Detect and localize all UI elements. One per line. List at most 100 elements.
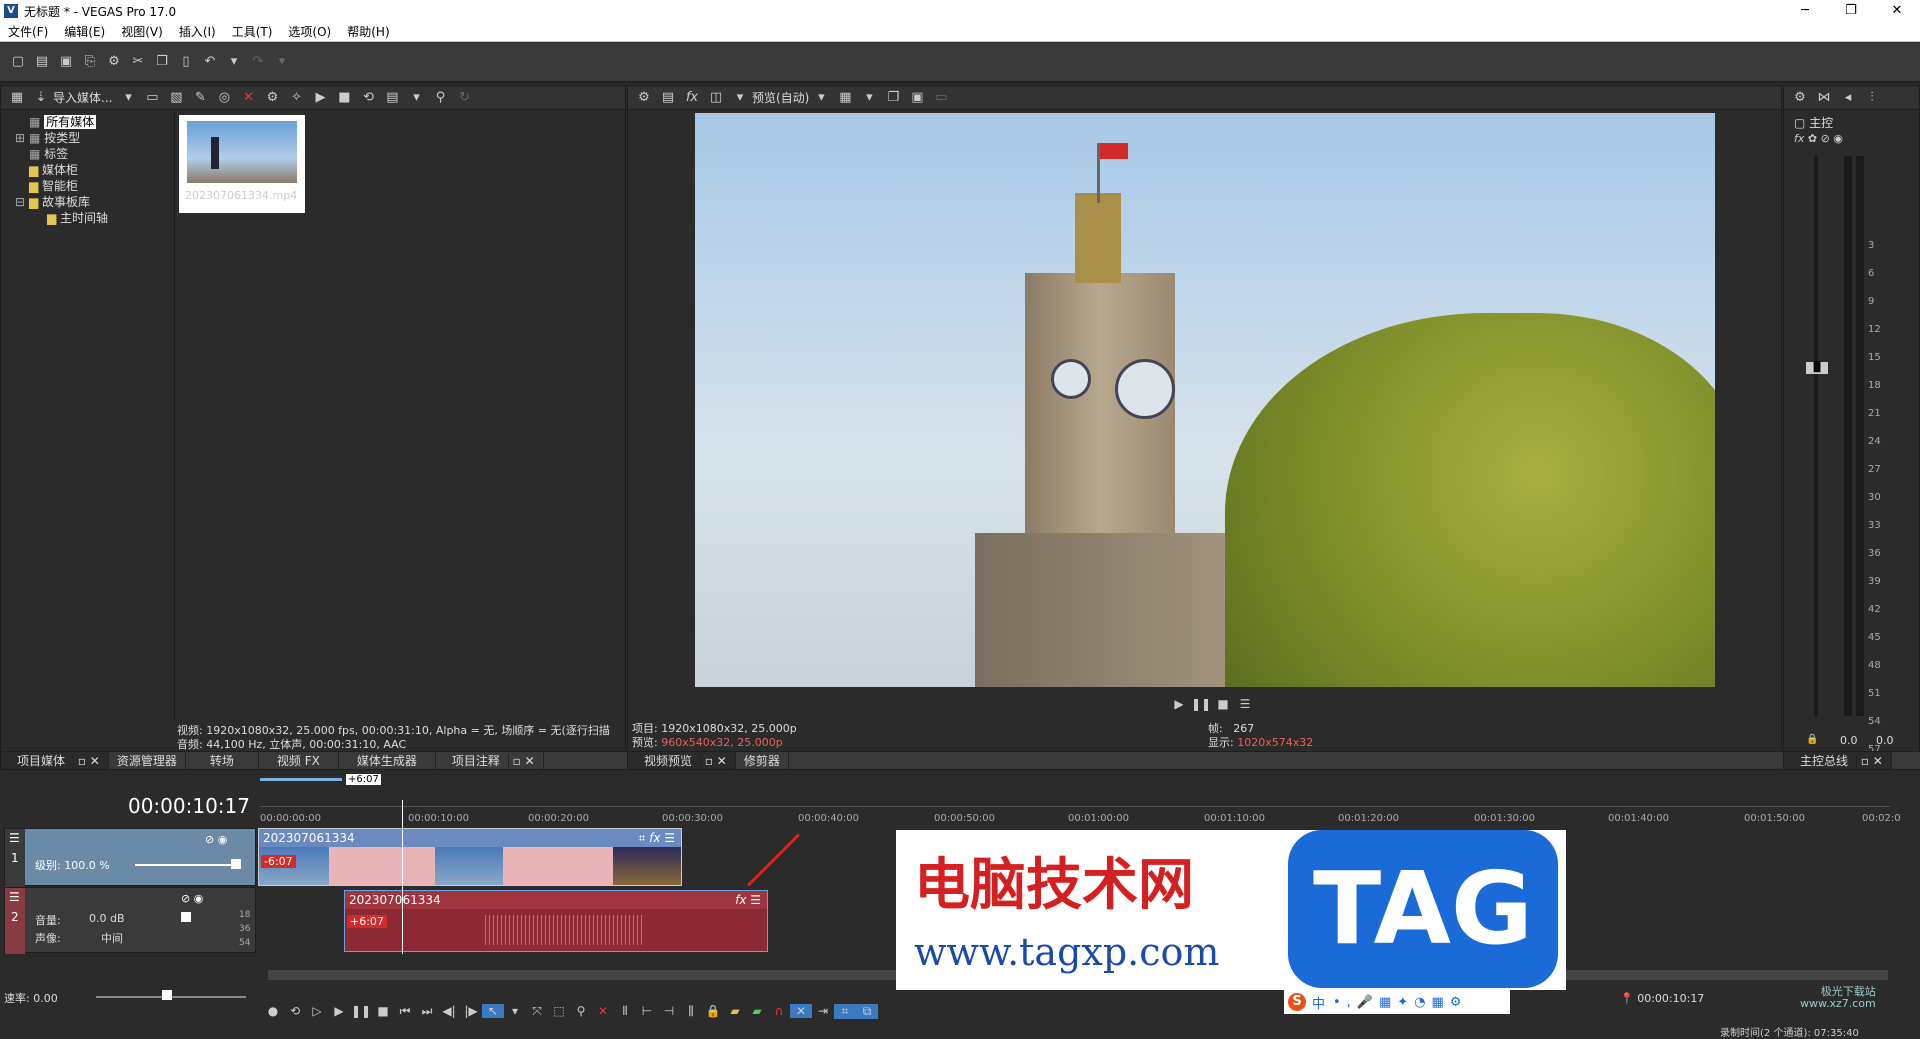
play-icon[interactable]: ▶ <box>311 89 329 107</box>
tab-explorer[interactable]: 资源管理器 <box>109 752 186 769</box>
save-snapshot-icon[interactable]: ▣ <box>908 89 926 107</box>
lock-envelopes-icon[interactable]: ⌗ <box>834 1003 856 1019</box>
media-fx-icon[interactable]: ▧ <box>167 89 185 107</box>
split-dropdown-icon[interactable]: ▾ <box>731 89 749 107</box>
open-folder-icon[interactable]: ▤ <box>33 53 51 71</box>
trim-icon[interactable]: ⫴ <box>614 1004 636 1019</box>
external-monitor-icon[interactable]: ▭ <box>932 89 950 107</box>
snap-icon[interactable]: ∩ <box>768 1004 790 1018</box>
menu-options[interactable]: 选项(O) <box>280 23 339 40</box>
tree-item-smart-bins[interactable]: ▆ 智能柜 <box>15 178 170 194</box>
settings-icon[interactable]: ⚙ <box>105 53 123 71</box>
tree-item-storyboard[interactable]: ⊟ ▆ 故事板库 <box>15 194 170 210</box>
capture-icon[interactable]: ▭ <box>143 89 161 107</box>
render-icon[interactable]: ⎘ <box>81 53 99 71</box>
selection-tool-icon[interactable]: ⬚ <box>548 1004 570 1018</box>
import-media-button[interactable]: 导入媒体... <box>53 89 112 106</box>
tree-item-tags[interactable]: ▦ 标签 <box>15 146 170 162</box>
playhead[interactable] <box>402 800 403 954</box>
new-file-icon[interactable]: ▢ <box>9 53 27 71</box>
envelope-tool-icon[interactable]: ⤧ <box>526 1004 548 1019</box>
timeline-ruler[interactable]: +6:07 00:00:00:00 00:00:10:00 00:00:20:0… <box>258 772 1901 828</box>
play-from-start-icon[interactable]: ▷ <box>306 1004 328 1018</box>
fx-icon[interactable]: fx <box>683 89 701 107</box>
menu-help[interactable]: 帮助(H) <box>339 23 397 40</box>
sync-icon[interactable]: ◎ <box>215 89 233 107</box>
tree-item-main-timeline[interactable]: ▆ 主时间轴 <box>15 210 170 226</box>
views-icon[interactable]: ▤ <box>383 89 401 107</box>
stop-icon[interactable]: ■ <box>335 89 353 107</box>
menu-insert[interactable]: 插入(I) <box>171 23 224 40</box>
save-icon[interactable]: ▣ <box>57 53 75 71</box>
tab-project-notes[interactable]: 项目注释 ▫ ✕ <box>436 752 544 769</box>
menu-file[interactable]: 文件(F) <box>0 23 56 40</box>
ime-logo-icon[interactable]: S <box>1288 993 1306 1011</box>
minimize-button[interactable]: ─ <box>1782 0 1828 22</box>
tab-video-preview[interactable]: 视频预览 ▫ ✕ <box>628 752 736 769</box>
lock-icon[interactable]: 🔒 <box>702 1004 724 1018</box>
audio-clip-icons[interactable]: fx ☰ <box>735 893 761 907</box>
tree-item-all-media[interactable]: ▦ 所有媒体 <box>15 114 170 130</box>
quality-dropdown-icon[interactable]: ▾ <box>812 89 830 107</box>
go-end-icon[interactable]: ⏭ <box>416 1004 438 1019</box>
delete-icon[interactable]: ✕ <box>239 89 257 107</box>
tree-item-by-type[interactable]: ⊞ ▦ 按类型 <box>15 130 170 146</box>
preview-pause-icon[interactable]: ❚❚ <box>1190 697 1212 711</box>
grid-icon[interactable]: ▦ <box>836 89 854 107</box>
marker-icon[interactable]: ▰ <box>724 1004 746 1018</box>
media-fx2-icon[interactable]: ✧ <box>287 89 305 107</box>
track-menu-icon[interactable]: ☰ <box>9 831 20 845</box>
paste-icon[interactable]: ▯ <box>177 53 195 71</box>
master-fx-icons[interactable]: fx ✿ ⊘ ◉ <box>1794 132 1843 145</box>
audio-mute-solo-icons[interactable]: ⊘ ◉ <box>181 892 203 905</box>
redo-icon[interactable]: ↷ <box>249 53 267 71</box>
region-icon[interactable]: ▰ <box>746 1004 768 1018</box>
normal-edit-tool-icon[interactable]: ↖ <box>482 1004 504 1018</box>
undo-dropdown-icon[interactable]: ▾ <box>225 53 243 71</box>
menu-edit[interactable]: 编辑(E) <box>56 23 113 40</box>
view-icon[interactable]: ▦ <box>8 89 26 107</box>
split-screen-icon[interactable]: ◫ <box>707 89 725 107</box>
preview-stop-icon[interactable]: ■ <box>1212 697 1234 711</box>
tab-video-fx[interactable]: 视频 FX <box>259 752 339 769</box>
trim-start-icon[interactable]: ⊢ <box>636 1004 658 1018</box>
split-icon[interactable]: ⫼ <box>680 1004 702 1019</box>
dropdown-icon[interactable]: ▾ <box>119 89 137 107</box>
prev-frame-icon[interactable]: ◀| <box>438 1004 460 1018</box>
timeline-pause-icon[interactable]: ❚❚ <box>350 1004 372 1018</box>
close-button[interactable]: ✕ <box>1874 0 1920 22</box>
preview-quality-select[interactable]: 预览(自动) <box>752 89 809 106</box>
master-settings-icon[interactable]: ⚙ <box>1791 89 1809 107</box>
import-media-icon[interactable]: ⇣ <box>32 89 50 107</box>
copy-snapshot-icon[interactable]: ❐ <box>884 89 902 107</box>
ime-tools-icons[interactable]: •,🎤▦✦◔▦⚙ <box>1333 995 1467 1010</box>
copy-icon[interactable]: ❐ <box>153 53 171 71</box>
auto-crossfade-icon[interactable]: ✕ <box>790 1004 812 1018</box>
volume-handle[interactable] <box>181 912 191 922</box>
track-mute-solo-icons[interactable]: ⊘ ◉ <box>205 833 227 846</box>
cut-icon[interactable]: ✂ <box>129 53 147 71</box>
media-tag-icon[interactable]: ✎ <box>191 89 209 107</box>
maximize-button[interactable]: ❐ <box>1828 0 1874 22</box>
menu-tools[interactable]: 工具(T) <box>224 23 281 40</box>
next-frame-icon[interactable]: |▶ <box>460 1004 482 1018</box>
audio-track-menu-icon[interactable]: ☰ <box>9 890 20 904</box>
tab-project-media[interactable]: 项目媒体 ▫ ✕ <box>1 752 109 769</box>
redo-dropdown-icon[interactable]: ▾ <box>273 53 291 71</box>
tab-master-bus[interactable]: 主控总线 ▫ ✕ <box>1784 752 1892 769</box>
tree-item-bins[interactable]: ▆ 媒体柜 <box>15 162 170 178</box>
timeline-play-icon[interactable]: ▶ <box>328 1004 350 1018</box>
ignore-grouping-icon[interactable]: ⧉ <box>856 1003 878 1019</box>
video-level-handle[interactable] <box>231 859 241 869</box>
audio-clip[interactable]: 202307061334 fx ☰ +6:07 <box>344 890 768 952</box>
preview-settings-icon[interactable]: ⚙ <box>635 89 653 107</box>
ripple-icon[interactable]: ⇥ <box>812 1004 834 1018</box>
preview-play-icon[interactable]: ▶ <box>1168 697 1190 711</box>
rate-handle[interactable] <box>162 990 172 1000</box>
ime-lang-toggle[interactable]: 中 <box>1312 993 1325 1012</box>
grid-dropdown-icon[interactable]: ▾ <box>860 89 878 107</box>
loop-region[interactable] <box>260 778 342 781</box>
preview-menu-icon[interactable]: ☰ <box>1234 697 1256 711</box>
tool-dropdown-icon[interactable]: ▾ <box>504 1004 526 1018</box>
zoom-tool-icon[interactable]: ⚲ <box>570 1004 592 1018</box>
